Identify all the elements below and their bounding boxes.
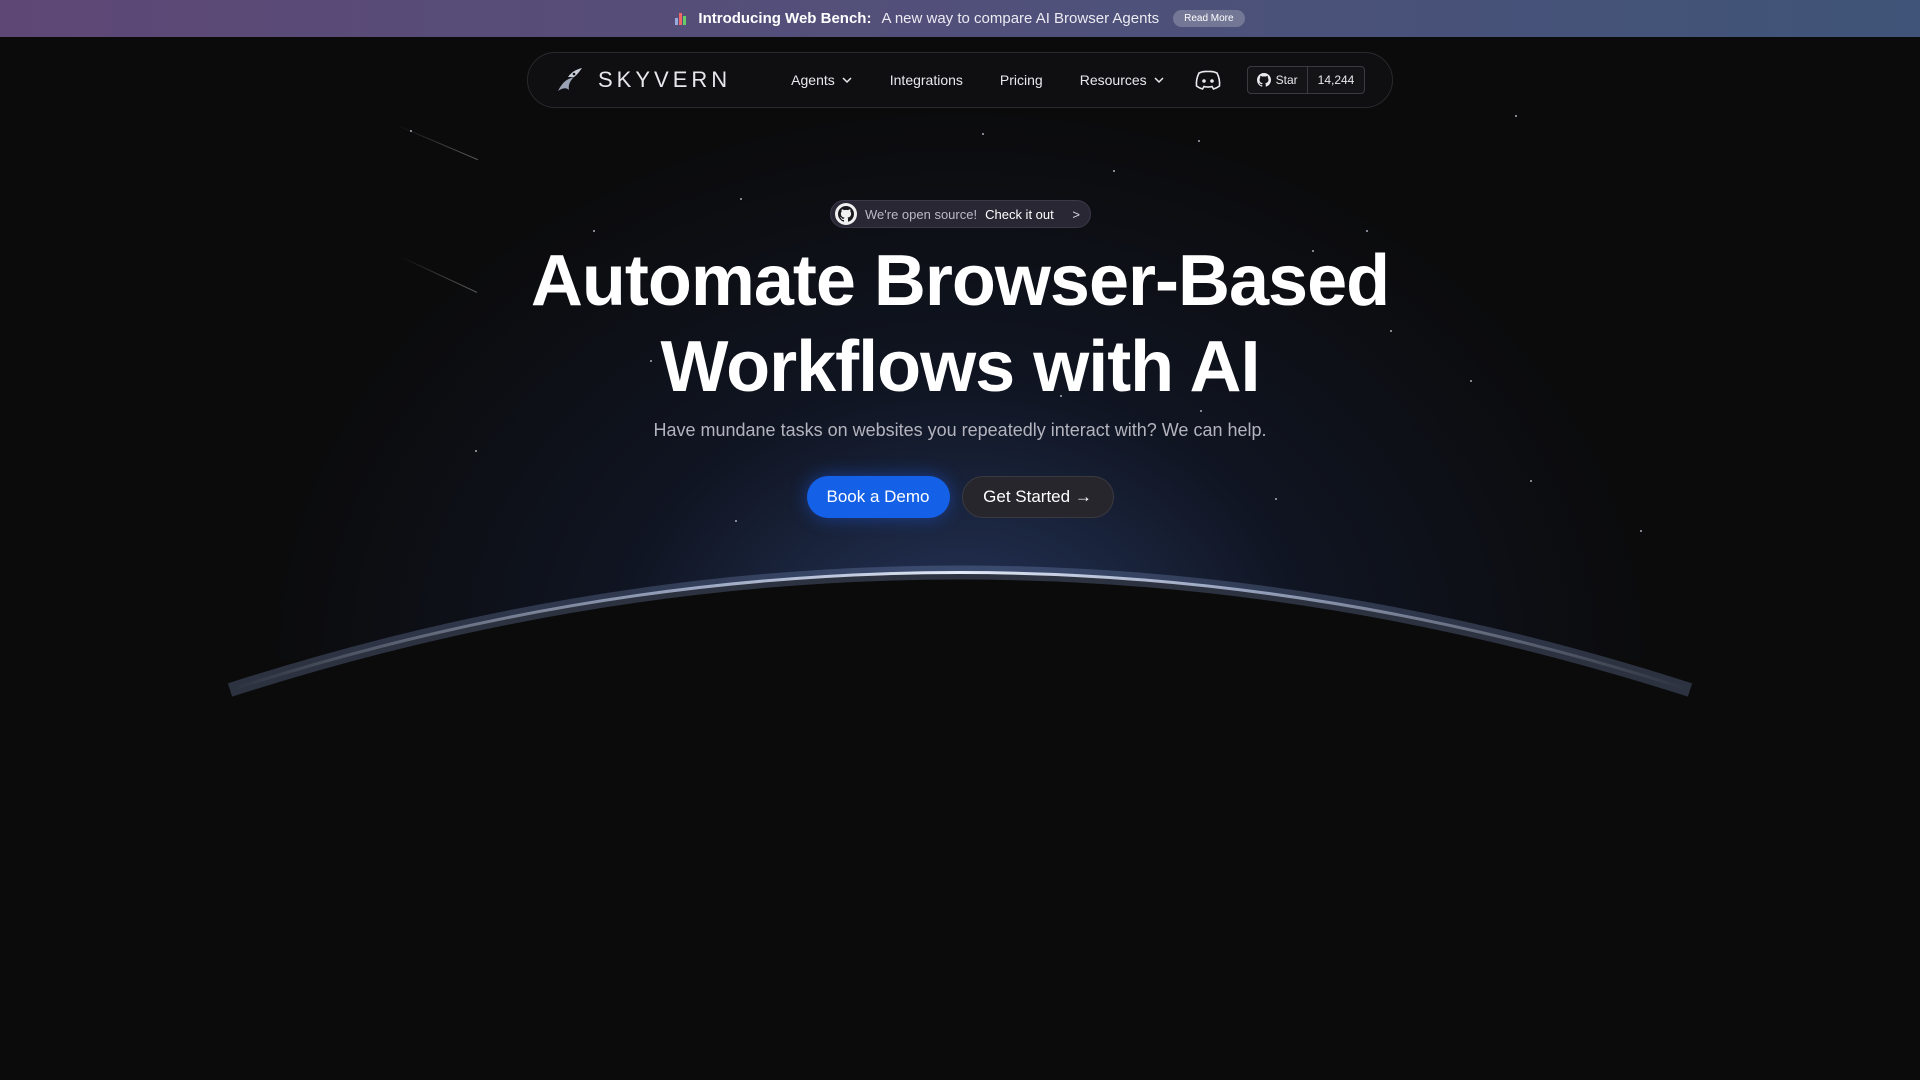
announcement-message: A new way to compare AI Browser Agents — [881, 10, 1160, 27]
book-demo-button[interactable]: Book a Demo — [806, 476, 950, 518]
nav-item-label: Pricing — [999, 72, 1043, 88]
star-count-value: 14,244 — [1317, 73, 1355, 87]
star-dot — [1200, 410, 1202, 412]
github-icon — [1256, 73, 1271, 87]
pill-cta: Check it out — [985, 206, 1054, 222]
nav-item-integrations[interactable]: Integrations — [890, 72, 963, 88]
star-dot — [740, 198, 742, 200]
github-icon — [835, 203, 857, 225]
chevron-right-icon: > — [1072, 206, 1080, 222]
open-source-pill[interactable]: We're open source! Check it out > — [830, 200, 1091, 228]
nav-item-label: Agents — [791, 72, 835, 88]
star-dot — [1113, 170, 1115, 172]
star-dot — [982, 133, 984, 135]
github-star-count[interactable]: 14,244 — [1308, 67, 1365, 93]
chevron-down-icon — [1154, 77, 1164, 84]
shooting-star — [394, 124, 479, 161]
headline-line-1: Automate Browser-Based — [530, 241, 1390, 321]
star-dot — [475, 450, 477, 452]
read-more-button[interactable]: Read More — [1173, 10, 1245, 27]
skyvern-logo-icon — [558, 68, 582, 91]
nav-item-resources[interactable]: Resources — [1080, 72, 1165, 88]
get-started-button[interactable]: Get Started → — [961, 476, 1114, 518]
hero-subheading: Have mundane tasks on websites you repea… — [653, 420, 1267, 440]
github-star-widget: Star 14,244 — [1246, 66, 1366, 94]
nav-links: Agents Integrations Pricing Resources — [791, 72, 1164, 88]
announcement-title: Introducing Web Bench: — [698, 10, 872, 27]
star-dot — [1198, 140, 1200, 142]
star-dot — [735, 520, 737, 522]
star-dot — [1640, 530, 1642, 532]
brand-logo[interactable]: SKYVERN — [554, 65, 731, 95]
pill-text: We're open source! — [865, 206, 978, 222]
bar-chart-icon — [675, 12, 688, 25]
nav-item-agents[interactable]: Agents — [791, 72, 853, 88]
github-star-label: Star — [1275, 73, 1298, 87]
github-star-button[interactable]: Star — [1248, 67, 1308, 93]
nav-item-label: Integrations — [889, 72, 963, 88]
star-dot — [1366, 230, 1368, 232]
announcement-bar: Introducing Web Bench: A new way to comp… — [0, 0, 1920, 37]
discord-icon[interactable] — [1195, 70, 1221, 90]
hero-buttons: Book a Demo Get Started → — [0, 476, 1920, 518]
brand-wordmark: SKYVERN — [598, 67, 732, 92]
planet-horizon — [227, 565, 1693, 740]
top-navigation: SKYVERN Agents Integrations Pricing Reso… — [527, 52, 1393, 108]
headline-line-2: Workflows with AI — [660, 327, 1260, 407]
chevron-down-icon — [842, 77, 852, 84]
star-dot — [593, 230, 595, 232]
hero-headline: Automate Browser-Based Workflows with AI — [0, 238, 1920, 410]
nav-item-pricing[interactable]: Pricing — [1000, 72, 1043, 88]
star-dot — [1515, 115, 1517, 117]
nav-item-label: Resources — [1079, 72, 1147, 88]
